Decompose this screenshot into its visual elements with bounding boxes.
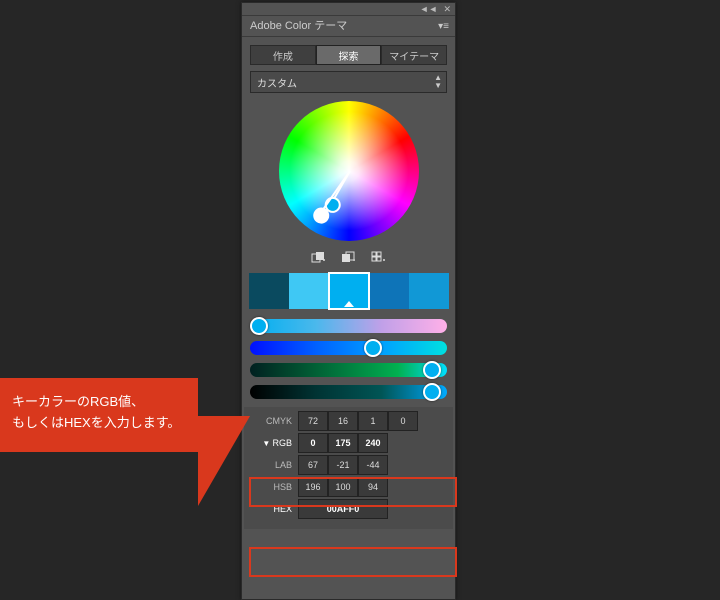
- close-icon[interactable]: ✕: [443, 5, 451, 14]
- slider-2[interactable]: [250, 341, 447, 355]
- theme-swatches: [246, 273, 451, 309]
- rgb-row: RGB 0 175 240: [248, 433, 449, 453]
- swatch-1[interactable]: [249, 273, 289, 309]
- add-swatches-icon[interactable]: [371, 251, 387, 265]
- callout-line-2: もしくはHEXを入力します。: [12, 413, 186, 434]
- tab-explore[interactable]: 探索: [316, 45, 382, 65]
- slider-handle[interactable]: [250, 317, 268, 335]
- cmyk-m-field[interactable]: 16: [328, 411, 358, 431]
- swatch-2[interactable]: [289, 273, 329, 309]
- hsb-row: HSB 196 100 94: [248, 477, 449, 497]
- dropdown-arrows-icon: ▲▼: [434, 74, 442, 90]
- panel-tab-header: Adobe Color テーマ ▾≡: [242, 16, 455, 37]
- collapse-icon[interactable]: ◄◄: [420, 5, 438, 14]
- panel-title[interactable]: Adobe Color テーマ: [242, 16, 355, 36]
- color-wheel-wrap: [242, 101, 455, 241]
- lab-a-field[interactable]: -21: [328, 455, 358, 475]
- swatch-3[interactable]: [329, 273, 369, 309]
- color-value-grid: CMYK 72 16 1 0 RGB 0 175 240 LAB 67 -21 …: [244, 407, 453, 529]
- slider-4[interactable]: [250, 385, 447, 399]
- dropdown-value: カスタム: [257, 75, 297, 90]
- cmyk-y-field[interactable]: 1: [358, 411, 388, 431]
- color-sliders: [242, 319, 455, 399]
- cmyk-row: CMYK 72 16 1 0: [248, 411, 449, 431]
- slider-handle[interactable]: [364, 339, 382, 357]
- adobe-color-panel: ◄◄ ✕ Adobe Color テーマ ▾≡ 作成 探索 マイテーマ カスタム…: [241, 2, 456, 600]
- hsb-s-field[interactable]: 100: [328, 477, 358, 497]
- slider-handle[interactable]: [423, 383, 441, 401]
- tab-my-themes[interactable]: マイテーマ: [381, 45, 447, 65]
- lab-b-field[interactable]: -44: [358, 455, 388, 475]
- color-rule-dropdown[interactable]: カスタム ▲▼: [250, 71, 447, 93]
- color-wheel[interactable]: [279, 101, 419, 241]
- slider-handle[interactable]: [423, 361, 441, 379]
- slider-1[interactable]: [250, 319, 447, 333]
- annotation-callout: キーカラーのRGB値、 もしくはHEXを入力します。: [0, 378, 198, 452]
- swatch-5[interactable]: [409, 273, 449, 309]
- cmyk-label[interactable]: CMYK: [248, 416, 298, 426]
- mode-tabs: 作成 探索 マイテーマ: [250, 45, 447, 65]
- hsb-b-field[interactable]: 94: [358, 477, 388, 497]
- hsb-h-field[interactable]: 196: [298, 477, 328, 497]
- wheel-action-icons: [242, 251, 455, 265]
- lab-l-field[interactable]: 67: [298, 455, 328, 475]
- panel-titlebar: ◄◄ ✕: [242, 3, 455, 16]
- tab-create[interactable]: 作成: [250, 45, 316, 65]
- swatch-4[interactable]: [369, 273, 409, 309]
- rgb-label[interactable]: RGB: [248, 438, 298, 448]
- rgb-b-field[interactable]: 240: [358, 433, 388, 453]
- flyout-menu-icon[interactable]: ▾≡: [432, 21, 455, 32]
- hex-label[interactable]: HEX: [248, 504, 298, 514]
- hex-row: HEX 00AFF0: [248, 499, 449, 519]
- rgb-r-field[interactable]: 0: [298, 433, 328, 453]
- hsb-label[interactable]: HSB: [248, 482, 298, 492]
- rgb-g-field[interactable]: 175: [328, 433, 358, 453]
- slider-3[interactable]: [250, 363, 447, 377]
- hex-field[interactable]: 00AFF0: [298, 499, 388, 519]
- lab-row: LAB 67 -21 -44: [248, 455, 449, 475]
- cmyk-c-field[interactable]: 72: [298, 411, 328, 431]
- add-background-icon[interactable]: [341, 251, 357, 265]
- callout-line-1: キーカラーのRGB値、: [12, 392, 186, 413]
- lab-label[interactable]: LAB: [248, 460, 298, 470]
- cmyk-k-field[interactable]: 0: [388, 411, 418, 431]
- add-foreground-icon[interactable]: [311, 251, 327, 265]
